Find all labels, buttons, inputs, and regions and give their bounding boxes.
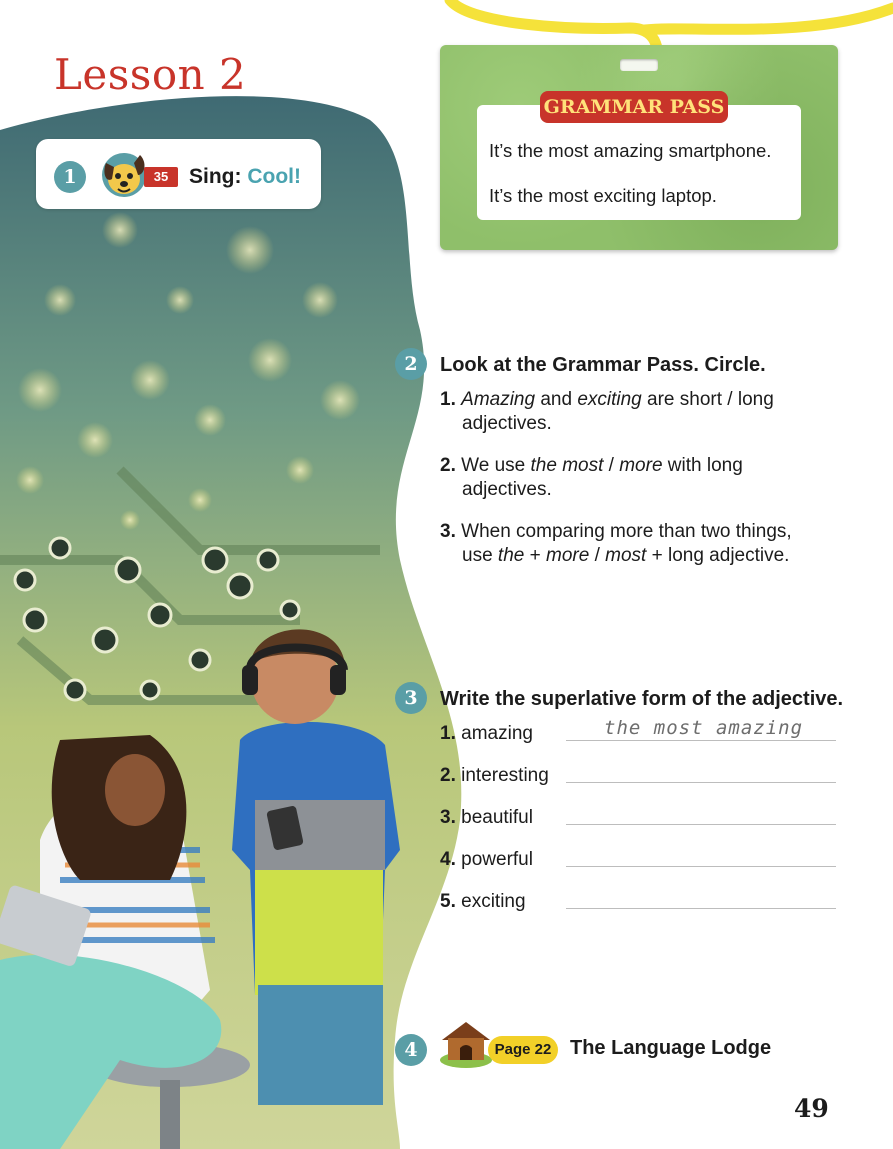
exercise-number: 2	[395, 348, 427, 380]
option-most[interactable]: most	[605, 545, 646, 566]
exercise-heading: Look at the Grammar Pass. Circle.	[440, 354, 766, 376]
answer-line[interactable]	[566, 824, 836, 825]
write-item: 5. exciting	[440, 891, 526, 912]
sing-activity-card[interactable]: 1 35 Sing: Cool!	[36, 139, 321, 209]
lodge-house-icon	[440, 1022, 492, 1068]
circle-options[interactable]: are short / long	[642, 389, 774, 410]
language-lodge-label: The Language Lodge	[570, 1037, 772, 1059]
exercise-number: 4	[395, 1034, 427, 1066]
grammar-pass: GRAMMAR PASS It’s the most amazing smart…	[440, 45, 838, 250]
lesson-title: Lesson 2	[54, 50, 247, 99]
answer-line[interactable]	[566, 782, 836, 783]
option-more[interactable]: more	[619, 455, 662, 476]
write-item: 1. amazing	[440, 723, 533, 744]
grammar-example: It’s the most amazing smartphone.	[489, 140, 772, 161]
page-number: 49	[794, 1094, 829, 1123]
audio-track-badge: 35	[144, 167, 178, 187]
write-item: 3. beautiful	[440, 807, 533, 828]
answer-line[interactable]	[566, 866, 836, 867]
exercise-item: 2. We use the most / more with long adje…	[440, 455, 743, 500]
answer-line[interactable]	[566, 908, 836, 909]
dog-mascot-icon	[102, 153, 146, 197]
handwritten-answer[interactable]: the most amazing	[604, 717, 803, 739]
grammar-example: It’s the most exciting laptop.	[489, 185, 717, 206]
sing-label: Sing: Cool!	[189, 165, 301, 188]
option-more[interactable]: more	[546, 545, 589, 566]
exercise-item: 1. Amazing and exciting are short / long…	[440, 389, 774, 434]
option-the-most[interactable]: the most	[531, 455, 604, 476]
write-item: 2. interesting	[440, 765, 549, 786]
song-title: Cool!	[247, 165, 301, 188]
badge-slot	[620, 59, 658, 71]
activity-number: 1	[54, 161, 86, 193]
write-item: 4. powerful	[440, 849, 533, 870]
answer-line[interactable]	[566, 740, 836, 741]
exercise-number: 3	[395, 682, 427, 714]
exercise-item: 3. When comparing more than two things, …	[440, 521, 792, 566]
exercise-heading: Write the superlative form of the adject…	[440, 688, 844, 710]
page-reference-badge[interactable]: Page 22	[488, 1036, 558, 1064]
grammar-pass-title: GRAMMAR PASS	[540, 91, 728, 123]
